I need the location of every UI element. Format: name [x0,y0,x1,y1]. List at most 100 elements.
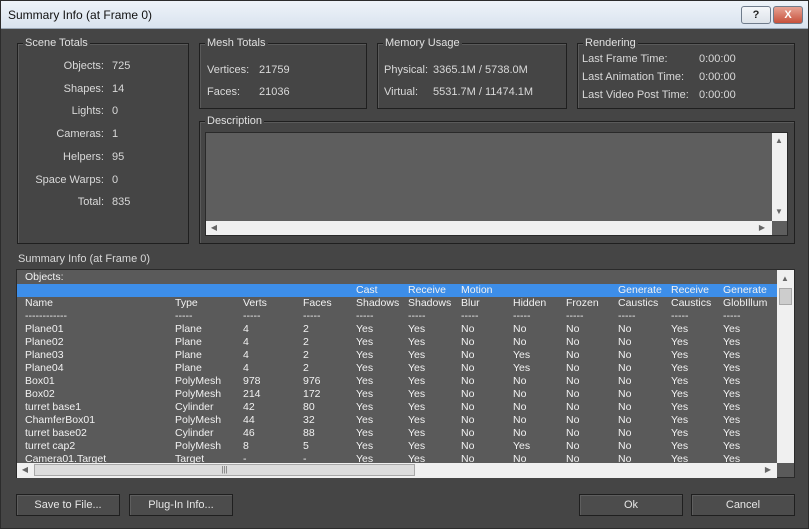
scene-total-label: Lights: [71,105,104,118]
table-cell: 4 [243,349,249,361]
table-cell: Plane [175,362,202,374]
mesh-totals-label: Mesh Totals [205,37,268,50]
ok-button[interactable]: Ok [579,494,683,516]
table-cell: ----- [303,310,321,322]
scroll-right-arrow-icon[interactable]: ▶ [762,465,774,475]
table-cell: ------------ [25,310,67,322]
table-cell: 978 [243,375,261,387]
table-cell: Plane04 [25,362,64,374]
table-cell: Motion [461,284,493,296]
table-cell: Yes [356,401,374,413]
table-cell: GlobIllum [723,297,768,309]
table-cell: 5 [303,440,309,452]
table-cell: ----- [175,310,193,322]
table-row: turret base1 Cylinder 42 80 Yes Yes No No No No Ye… [17,401,777,414]
faces-value: 21036 [259,86,290,98]
table-cell: Yes [671,440,689,452]
table-cell: No [566,440,580,452]
table-cell: 172 [303,388,321,400]
window-title: Summary Info (at Frame 0) [8,8,153,22]
hscroll-thumb[interactable]: ||| [34,464,415,476]
description-hscroll[interactable]: ◀ ▶ [206,221,772,235]
scroll-down-arrow-icon[interactable]: ▼ [773,207,785,217]
table-row: Plane03 Plane 4 2 Yes Yes No Yes No No Yes Yes [17,349,777,362]
scroll-up-arrow-icon[interactable]: ▲ [779,274,791,284]
table-cell: Cast [356,284,378,296]
table-cell: PolyMesh [175,440,222,452]
table-cell: Yes [671,323,689,335]
table-cell: No [566,375,580,387]
table-cell: 88 [303,427,315,439]
table-cell: Yes [408,388,426,400]
save-to-file-button[interactable]: Save to File... [16,494,120,516]
plugin-info-button[interactable]: Plug-In Info... [129,494,233,516]
table-cell: Yes [723,336,741,348]
scroll-left-arrow-icon[interactable]: ◀ [208,223,220,233]
table-cell: Yes [356,440,374,452]
render-time-label: Last Frame Time: [582,53,668,65]
mesh-totals-group: Mesh Totals [199,37,367,109]
scroll-right-arrow-icon[interactable]: ▶ [756,223,768,233]
table-cell: 4 [243,362,249,374]
table-cell: Yes [671,401,689,413]
table-cell: 4 [243,323,249,335]
table-cell: No [566,323,580,335]
table-cell: turret base1 [25,401,82,413]
table-cell: Yes [408,349,426,361]
scroll-left-arrow-icon[interactable]: ◀ [19,465,31,475]
vscroll-thumb[interactable] [779,288,792,305]
table-cell: ----- [618,310,636,322]
scroll-up-arrow-icon[interactable]: ▲ [773,136,785,146]
table-cell: ----- [723,310,741,322]
table-cell: Yes [408,375,426,387]
table-row: Plane02 Plane 4 2 Yes Yes No No No No Yes Yes [17,336,777,349]
hscroll-grip: ||| [221,465,228,474]
table-cell: Faces [303,297,332,309]
summary-label: Summary Info (at Frame 0) [18,253,151,265]
table-cell: Plane [175,349,202,361]
table-cell: Yes [671,414,689,426]
table-cell: Box02 [25,388,55,400]
table-cell: Yes [408,440,426,452]
description-vscroll[interactable]: ▲ ▼ [772,133,787,221]
table-cell: Yes [408,323,426,335]
table-cell: Box01 [25,375,55,387]
table-cell: 42 [243,401,255,413]
table-cell: ----- [671,310,689,322]
table-cell: Plane [175,336,202,348]
render-time-value: 0:00:00 [699,71,736,83]
table-cell: No [461,427,475,439]
help-button[interactable]: ? [741,6,771,24]
scene-totals-group: Scene Totals [17,37,189,244]
summary-vscroll[interactable]: ▲ [777,270,794,463]
table-cell: No [513,336,527,348]
table-cell: Yes [356,375,374,387]
virtual-label: Virtual: [384,86,419,98]
table-cell: Shadows [408,297,452,309]
table-cell: 46 [243,427,255,439]
render-time-label: Last Animation Time: [582,71,685,83]
virtual-value: 5531.7M / 11474.1M [433,86,534,98]
scene-total-label: Space Warps: [35,173,104,186]
table-cell: 2 [303,336,309,348]
scene-total-label: Total: [77,196,104,209]
description-label: Description [205,115,265,128]
table-cell: Yes [356,349,374,361]
table-cell: No [566,427,580,439]
table-cell: Caustics [671,297,712,309]
table-cell: No [461,375,475,387]
table-cell: 2 [303,323,309,335]
table-cell: Yes [671,349,689,361]
table-cell: Cylinder [175,401,214,413]
summary-hscroll[interactable]: ◀ ||| ▶ [17,463,777,478]
table-cell: PolyMesh [175,388,222,400]
cancel-button[interactable]: Cancel [691,494,795,516]
table-cell: ----- [513,310,531,322]
summary-table[interactable]: Objects: Cast Receive Motion Generate Receiv… [16,269,795,478]
table-cell: Verts [243,297,267,309]
close-button[interactable]: X [773,6,803,24]
table-cell: ----- [408,310,426,322]
table-cell: Name [25,297,54,309]
objects-header: Objects: [25,271,64,283]
table-cell: No [513,427,527,439]
